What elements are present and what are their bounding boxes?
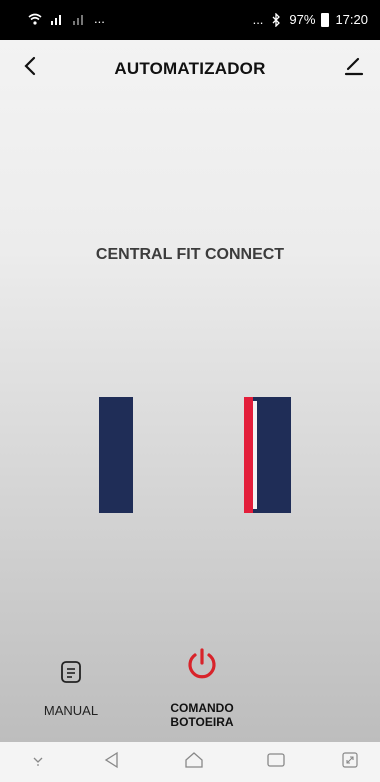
nav-recents-button[interactable] <box>264 752 288 772</box>
page-title: AUTOMATIZADOR <box>114 59 266 78</box>
document-icon <box>60 660 82 689</box>
expand-icon <box>341 751 359 774</box>
pencil-icon <box>344 56 364 81</box>
battery-percent: 97% <box>289 12 316 27</box>
bluetooth-icon <box>269 11 283 28</box>
signal-icon-2 <box>72 12 86 26</box>
status-bar: ... ... 97% 17:20 <box>0 0 380 40</box>
comando-botoeira-label: COMANDO BOTOEIRA <box>170 701 233 729</box>
edit-button[interactable] <box>340 54 368 82</box>
recents-icon <box>266 752 286 773</box>
home-icon <box>184 751 204 774</box>
nav-back-button[interactable] <box>100 751 124 774</box>
nav-hide-button[interactable] <box>26 752 50 772</box>
chevron-down-icon <box>31 753 45 772</box>
wifi-icon <box>28 12 42 26</box>
gate-status-red-bar <box>244 397 253 513</box>
status-right-dots: ... <box>252 12 264 27</box>
app-header: AUTOMATIZADOR <box>0 40 380 96</box>
app-content: AUTOMATIZADOR CENTRAL FIT CONNECT MANUAL… <box>0 40 380 742</box>
clock: 17:20 <box>335 12 368 27</box>
signal-icon <box>50 12 64 26</box>
phone-screen: ... ... 97% 17:20 AUTOMATIZADOR CENTRAL … <box>0 0 380 782</box>
manual-button[interactable]: MANUAL <box>30 660 112 718</box>
comando-label-line1: COMANDO <box>170 701 234 715</box>
back-triangle-icon <box>103 751 121 774</box>
comando-botoeira-button[interactable]: COMANDO BOTOEIRA <box>152 646 252 729</box>
nav-expand-button[interactable] <box>338 751 362 774</box>
device-name: CENTRAL FIT CONNECT <box>95 246 285 263</box>
gate-left-panel <box>99 397 133 513</box>
system-navbar <box>0 742 380 782</box>
comando-label-line2: BOTOEIRA <box>170 715 234 729</box>
gate-status-light-line <box>253 401 257 509</box>
bottom-actions: MANUAL COMANDO BOTOEIRA <box>0 640 380 740</box>
battery-icon <box>321 12 330 27</box>
nav-home-button[interactable] <box>182 751 206 774</box>
status-left-dots: ... <box>94 11 105 26</box>
power-icon <box>184 646 220 687</box>
gate-right-panel <box>244 397 291 513</box>
manual-label: MANUAL <box>43 703 99 718</box>
